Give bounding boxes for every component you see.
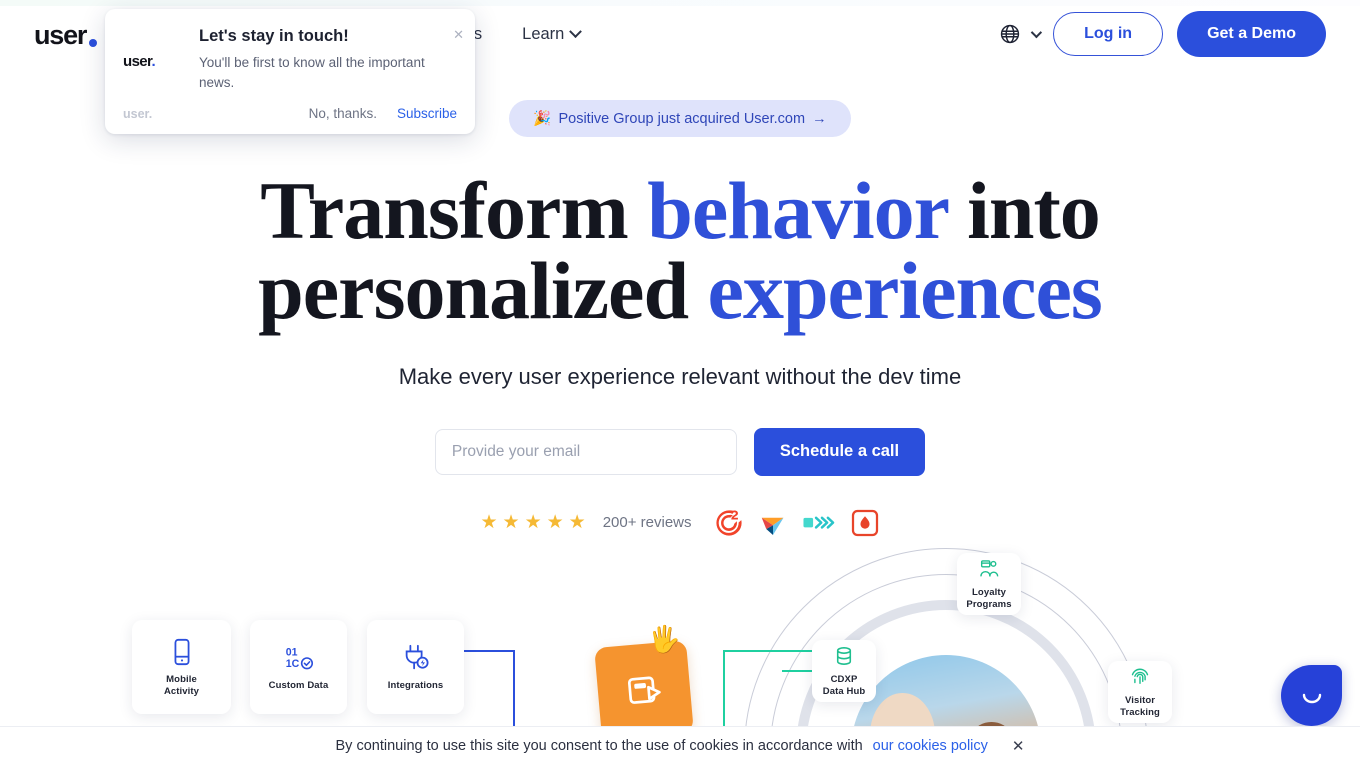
notification-logo-dot: . [151, 53, 156, 70]
announcement-banner[interactable]: 🎉 Positive Group just acquired User.com … [509, 100, 851, 137]
headline-part-3: personalized [258, 245, 708, 337]
headline-line-2: personalized experiences [258, 245, 1103, 337]
chat-widget-button[interactable] [1281, 665, 1342, 726]
notification-decline-button[interactable]: No, thanks. [309, 106, 377, 121]
language-selector[interactable] [999, 23, 1043, 45]
cdxp-data-hub-card[interactable]: CDXP Data Hub [812, 640, 876, 702]
page-title: Transform behavior into personalized exp… [0, 170, 1360, 332]
logo-wordmark: user [34, 20, 87, 50]
notification-footer: user. No, thanks. Subscribe [105, 98, 475, 134]
fingerprint-icon [1131, 668, 1149, 684]
svg-text:01: 01 [285, 646, 297, 658]
notification-text: Let's stay in touch! You'll be first to … [199, 27, 457, 92]
schedule-call-button[interactable]: Schedule a call [753, 427, 926, 476]
cdxp-data-hub-label: CDXP Data Hub [822, 673, 866, 697]
email-input[interactable] [434, 428, 737, 475]
mobile-phone-icon [174, 638, 189, 665]
visitor-tracking-card[interactable]: Visitor Tracking [1108, 661, 1172, 723]
notification-title: Let's stay in touch! [199, 27, 349, 45]
close-icon[interactable]: ✕ [1012, 737, 1025, 755]
nav-link-learn[interactable]: Learn [522, 24, 583, 44]
notification-actions: No, thanks. Subscribe [309, 106, 457, 121]
loyalty-users-icon [980, 559, 999, 577]
globe-icon [1000, 24, 1020, 44]
loyalty-programs-card[interactable]: Loyalty Programs [957, 553, 1021, 615]
chevron-down-icon [569, 24, 583, 38]
plug-icon [405, 644, 429, 669]
chat-bubble-icon [1302, 693, 1321, 703]
cookie-consent-text: By continuing to use this site you conse… [335, 737, 863, 754]
mobile-activity-label: Mobile Activity [163, 673, 200, 697]
integrations-card[interactable]: Integrations [367, 620, 464, 714]
notification-body: user. Let's stay in touch! You'll be fir… [105, 9, 475, 98]
nav-actions: Log in Get a Demo [999, 0, 1326, 68]
login-button[interactable]: Log in [1053, 12, 1164, 56]
headline-highlight-2: experiences [707, 245, 1103, 337]
hero-signup-form: Schedule a call [0, 427, 1360, 476]
orange-action-tile[interactable] [594, 640, 694, 740]
cookies-policy-link[interactable]: our cookies policy [873, 738, 988, 754]
binary-check-icon: 01 1C [285, 646, 313, 669]
party-popper-icon: 🎉 [533, 111, 552, 127]
chevron-down-icon [1030, 26, 1043, 39]
get-demo-button[interactable]: Get a Demo [1177, 11, 1326, 57]
nav-link-learn-label: Learn [522, 24, 565, 43]
announcement-banner-text: Positive Group just acquired User.com [558, 110, 806, 127]
notification-brand-watermark: user. [123, 106, 153, 121]
headline-part-1: Transform [260, 165, 648, 256]
custom-data-label: Custom Data [268, 679, 329, 691]
site-logo[interactable]: user [34, 20, 98, 50]
close-icon[interactable]: ✕ [453, 28, 464, 41]
page-root: user Customers Partners Learn [0, 0, 1360, 764]
integrations-label: Integrations [387, 679, 444, 691]
export-share-icon [627, 676, 661, 704]
headline-part-2: into [947, 165, 1101, 256]
connector-line-green-h [723, 650, 823, 652]
loyalty-programs-label: Loyalty Programs [966, 586, 1012, 610]
hand-cursor-icon: 🖐 [648, 624, 681, 654]
newsletter-notification-popup[interactable]: ✕ user. Let's stay in touch! You'll be f… [105, 9, 475, 135]
notification-description: You'll be first to know all the importan… [199, 55, 425, 90]
custom-data-card[interactable]: 01 1C Custom Data [250, 620, 347, 714]
logo-dot [89, 39, 98, 47]
notification-logo-label: user [123, 53, 152, 70]
svg-text:1C: 1C [285, 657, 299, 669]
hero-section: 🎉 Positive Group just acquired User.com … [0, 100, 1360, 538]
cookie-consent-bar: By continuing to use this site you conse… [0, 726, 1360, 764]
headline-highlight-1: behavior [647, 165, 948, 256]
notification-subscribe-button[interactable]: Subscribe [397, 106, 457, 121]
database-icon [836, 646, 852, 665]
mobile-activity-card[interactable]: Mobile Activity [132, 620, 231, 714]
hero-subtitle: Make every user experience relevant with… [398, 363, 962, 389]
headline-line-1: Transform behavior into [260, 165, 1101, 256]
arrow-right-icon: → [812, 110, 827, 127]
visitor-tracking-label: Visitor Tracking [1120, 694, 1160, 718]
notification-logo: user. [123, 27, 185, 92]
